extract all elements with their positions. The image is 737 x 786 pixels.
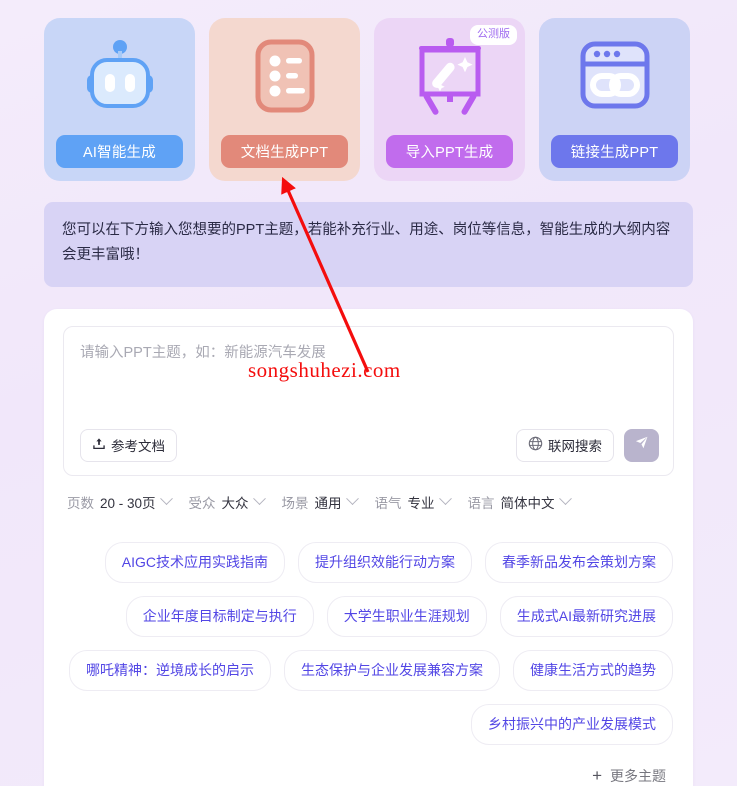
mode-card-import-ppt[interactable]: 公测版 导入PPT生成	[374, 18, 525, 181]
option-value: 20 - 30页	[100, 495, 156, 511]
option-audience[interactable]: 受众 大众	[188, 492, 266, 512]
suggestion-row: 乡村振兴中的产业发展模式	[64, 703, 673, 745]
suggestion-chip[interactable]: AIGC技术应用实践指南	[104, 541, 285, 583]
beta-badge: 公测版	[470, 25, 517, 45]
chevron-down-icon[interactable]	[558, 492, 572, 506]
option-language[interactable]: 语言 简体中文	[467, 492, 572, 512]
more-topics-button[interactable]: + 更多主题	[63, 745, 674, 786]
chevron-down-icon[interactable]	[159, 492, 173, 506]
send-button[interactable]	[624, 428, 659, 462]
option-label: 场景	[281, 495, 309, 511]
prompt-toolbar: 参考文档 联网搜索	[80, 428, 659, 462]
suggestion-chip-list: AIGC技术应用实践指南 提升组织效能行动方案 春季新品发布会策划方案 企业年度…	[63, 512, 674, 745]
option-label: 语气	[374, 495, 402, 511]
browser-link-icon	[573, 32, 657, 120]
suggestion-chip[interactable]: 生成式AI最新研究进展	[499, 595, 673, 637]
option-tone[interactable]: 语气 专业	[374, 492, 452, 512]
mode-card-label[interactable]: 链接生成PPT	[551, 135, 678, 168]
suggestion-row: 企业年度目标制定与执行 大学生职业生涯规划 生成式AI最新研究进展	[64, 595, 673, 637]
option-value: 简体中文	[500, 495, 555, 511]
suggestion-chip[interactable]: 健康生活方式的趋势	[513, 649, 673, 691]
option-value: 通用	[314, 495, 342, 511]
send-plane-icon	[633, 434, 650, 456]
suggestion-chip[interactable]: 哪吒精神：逆境成长的启示	[69, 649, 271, 691]
option-label: 页数	[67, 495, 94, 511]
chevron-down-icon[interactable]	[252, 492, 266, 506]
suggestion-chip[interactable]: 大学生职业生涯规划	[326, 595, 487, 637]
option-value: 专业	[407, 495, 435, 511]
option-label: 受众	[188, 495, 216, 511]
globe-icon	[528, 436, 543, 454]
web-search-button[interactable]: 联网搜索	[516, 428, 614, 462]
generation-options-row: 页数 20 - 30页 受众 大众 场景 通用 语气 专业 语言 简体中文	[63, 476, 674, 512]
chevron-down-icon[interactable]	[438, 492, 452, 506]
suggestion-row: 哪吒精神：逆境成长的启示 生态保护与企业发展兼容方案 健康生活方式的趋势	[64, 649, 673, 691]
suggestion-chip[interactable]: 生态保护与企业发展兼容方案	[284, 649, 500, 691]
web-search-label: 联网搜索	[548, 439, 602, 455]
mode-card-list: AI智能生成 文档生成PPT 公测版 导入PPT生成 链接生成PPT	[0, 0, 737, 181]
reference-doc-button[interactable]: 参考文档	[80, 428, 177, 462]
more-topics-label: 更多主题	[610, 767, 666, 784]
prompt-input-box[interactable]: 请输入PPT主题，如：新能源汽车发展 songshuhezi.com 参考文档	[63, 325, 674, 476]
option-pages[interactable]: 页数 20 - 30页	[67, 492, 173, 512]
document-list-icon	[243, 32, 327, 120]
mode-card-link-to-ppt[interactable]: 链接生成PPT	[539, 18, 690, 181]
suggestion-chip[interactable]: 提升组织效能行动方案	[298, 541, 472, 583]
presentation-wand-icon	[408, 32, 492, 120]
mode-card-label[interactable]: 导入PPT生成	[386, 135, 513, 168]
suggestion-row: AIGC技术应用实践指南 提升组织效能行动方案 春季新品发布会策划方案	[64, 541, 673, 583]
mode-card-label[interactable]: AI智能生成	[56, 135, 183, 168]
mode-card-doc-to-ppt[interactable]: 文档生成PPT	[209, 18, 360, 181]
mode-card-ai-smart-generate[interactable]: AI智能生成	[44, 18, 195, 181]
upload-icon	[92, 437, 106, 454]
suggestion-chip[interactable]: 乡村振兴中的产业发展模式	[471, 703, 673, 745]
main-panel: 请输入PPT主题，如：新能源汽车发展 songshuhezi.com 参考文档	[44, 308, 693, 786]
suggestion-chip[interactable]: 企业年度目标制定与执行	[125, 595, 314, 637]
mode-card-label[interactable]: 文档生成PPT	[221, 135, 348, 168]
option-value: 大众	[221, 495, 249, 511]
option-scene[interactable]: 场景 通用	[281, 492, 359, 512]
plus-icon: +	[592, 766, 602, 786]
suggestion-chip[interactable]: 春季新品发布会策划方案	[485, 541, 673, 583]
info-banner: 您可以在下方输入您想要的PPT主题，若能补充行业、用途、岗位等信息，智能生成的大…	[44, 202, 693, 287]
robot-icon	[78, 32, 162, 120]
option-label: 语言	[467, 495, 495, 511]
chevron-down-icon[interactable]	[345, 492, 359, 506]
reference-doc-label: 参考文档	[111, 439, 165, 455]
prompt-placeholder: 请输入PPT主题，如：新能源汽车发展	[80, 344, 326, 361]
